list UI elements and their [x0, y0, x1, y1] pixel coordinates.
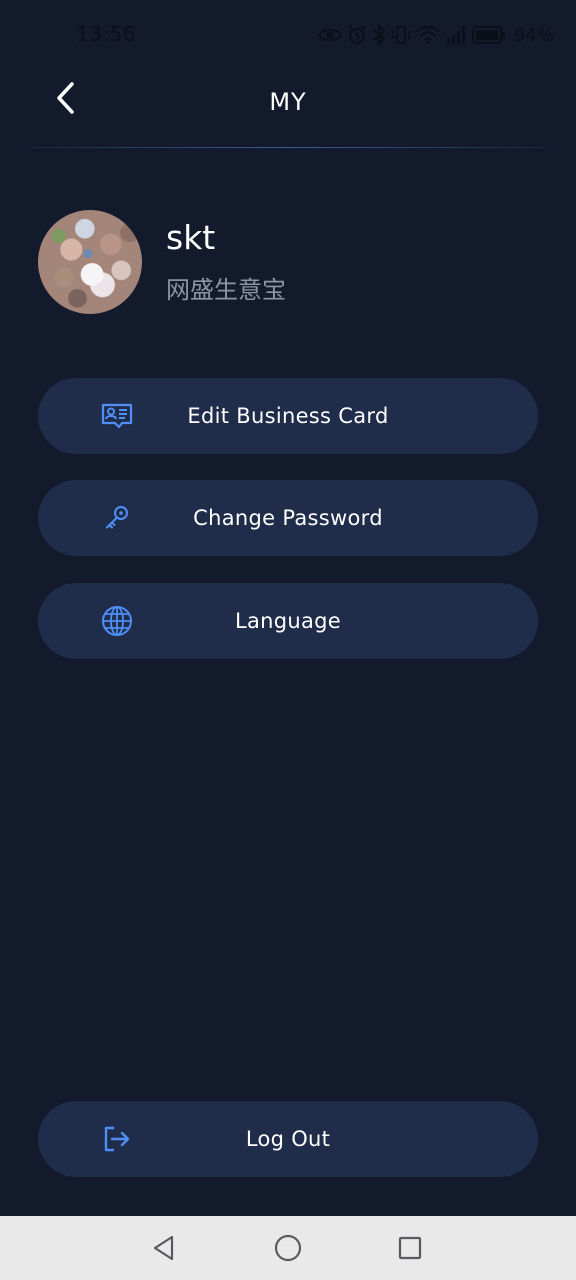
vibrate-icon	[391, 26, 410, 44]
avatar[interactable]	[38, 210, 142, 314]
status-bar: 13:56 94%	[0, 0, 576, 72]
recents-square-icon	[398, 1236, 422, 1260]
logout-button[interactable]: Log Out	[38, 1101, 538, 1177]
wifi-icon	[416, 26, 440, 44]
page-title: MY	[269, 88, 307, 116]
header-divider	[28, 147, 548, 148]
nav-back-button[interactable]	[146, 1230, 182, 1266]
change-password-label: Change Password	[193, 506, 383, 530]
header: MY	[0, 72, 576, 148]
profile-company: 网盛生意宝	[166, 276, 286, 304]
logout-label: Log Out	[245, 1127, 331, 1151]
nav-recents-button[interactable]	[392, 1230, 428, 1266]
home-circle-icon	[274, 1234, 302, 1262]
language-button[interactable]: Language	[38, 583, 538, 659]
edit-business-card-button[interactable]: Edit Business Card	[38, 378, 538, 454]
eye-icon	[317, 28, 342, 42]
status-icons: 94%	[317, 22, 554, 48]
bluetooth-icon	[373, 24, 386, 46]
status-time: 13:56	[76, 22, 137, 46]
profile-name: skt	[166, 218, 216, 257]
profile-section: skt 网盛生意宝	[38, 210, 538, 314]
change-password-button[interactable]: Change Password	[38, 480, 538, 556]
battery-percentage: 94%	[513, 24, 554, 46]
nav-home-button[interactable]	[270, 1230, 306, 1266]
battery-icon	[471, 26, 505, 44]
edit-business-card-label: Edit Business Card	[187, 404, 389, 428]
cellular-signal-icon	[446, 27, 465, 44]
language-label: Language	[234, 609, 342, 633]
back-triangle-icon	[153, 1235, 174, 1261]
alarm-icon	[348, 25, 366, 44]
system-nav-bar	[0, 1216, 576, 1280]
